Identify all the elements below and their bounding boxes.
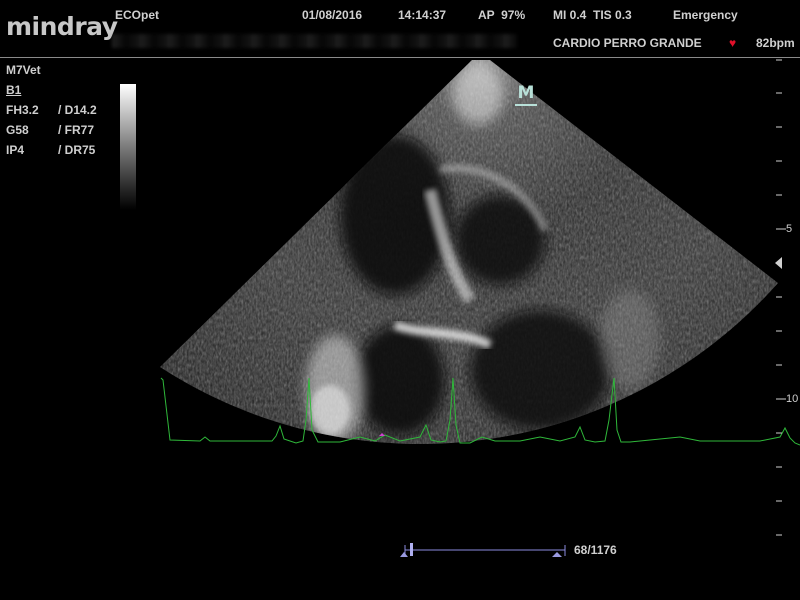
triangle-left-icon[interactable] (775, 257, 782, 269)
orientation-marker: M (515, 84, 537, 106)
cine-scrollbar[interactable] (400, 543, 566, 557)
sector-scan-area (160, 60, 778, 445)
depth-scale (776, 59, 786, 536)
depth-label-10: 10 (786, 393, 799, 405)
depth-label-5: 5 (786, 223, 793, 235)
ultrasound-image (160, 59, 800, 557)
cine-frame-counter: 68/1176 (574, 543, 617, 557)
